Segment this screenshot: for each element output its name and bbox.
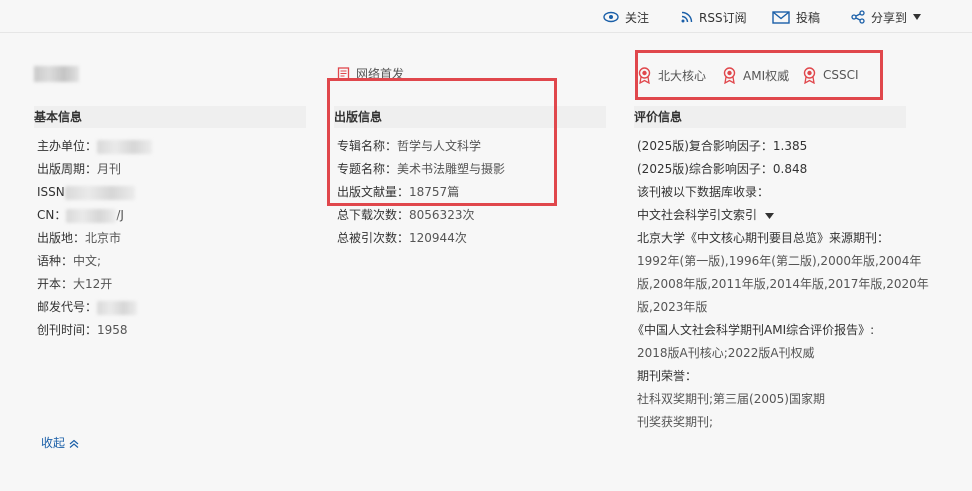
award-medal-icon bbox=[723, 66, 736, 84]
redacted-value bbox=[97, 300, 138, 315]
ami-report-label: 《中国人文社会科学期刊AMI综合评价报告》: bbox=[632, 323, 875, 337]
caret-down-icon bbox=[764, 212, 774, 219]
award-medal-icon bbox=[638, 66, 651, 84]
document-icon bbox=[337, 67, 350, 80]
submit-label: 投稿 bbox=[796, 10, 821, 25]
info-row-sponsor: 主办单位： bbox=[37, 138, 153, 154]
honor-label: 期刊荣誉： bbox=[637, 369, 698, 383]
evaluation-info-title: 评价信息 bbox=[634, 106, 906, 128]
follow-label: 关注 bbox=[625, 10, 650, 25]
redacted-value bbox=[64, 185, 135, 200]
info-row-language: 语种：中文; bbox=[37, 254, 102, 268]
share-icon bbox=[851, 10, 865, 24]
chevron-up-icon bbox=[69, 439, 79, 448]
redacted-value bbox=[66, 208, 117, 223]
share-label: 分享到 bbox=[871, 10, 908, 25]
pku-source-label: 北京大学《中文核心期刊要目总览》来源期刊： bbox=[637, 231, 890, 245]
rss-label: RSS订阅 bbox=[699, 10, 747, 25]
publish-info-title: 出版信息 bbox=[334, 106, 606, 128]
rss-icon bbox=[681, 11, 693, 23]
submit-button[interactable]: 投稿 bbox=[772, 8, 820, 26]
pub-row-downloads: 总下载次数：8056323次 bbox=[337, 208, 475, 222]
caret-down-icon bbox=[913, 14, 922, 20]
info-row-location: 出版地：北京市 bbox=[37, 231, 122, 245]
database-dropdown[interactable]: 中文社会科学引文索引 bbox=[637, 207, 774, 223]
pub-row-citations: 总被引次数：120944次 bbox=[337, 231, 467, 245]
collapse-link[interactable]: 收起 bbox=[41, 435, 79, 451]
pku-years-line: 版,2008年版,2011年版,2014年版,2017年版,2020年 bbox=[637, 277, 929, 291]
impact-factor-comprehensive: (2025版)综合影响因子：0.848 bbox=[637, 162, 808, 176]
impact-factor-composite: (2025版)复合影响因子：1.385 bbox=[637, 139, 808, 153]
info-row-format: 开本：大12开 bbox=[37, 277, 113, 291]
honor-line: 刊奖获奖期刊; bbox=[637, 415, 714, 429]
info-row-cycle: 出版周期：月刊 bbox=[37, 162, 122, 176]
mail-icon bbox=[772, 10, 790, 24]
info-row-postal-code: 邮发代号： bbox=[37, 299, 138, 315]
info-row-cn: CN：/J bbox=[37, 208, 124, 223]
eye-icon bbox=[603, 11, 619, 23]
rss-button[interactable]: RSS订阅 bbox=[681, 8, 747, 26]
pub-row-topic: 专题名称：美术书法雕塑与摄影 bbox=[337, 162, 506, 176]
basic-info-title: 基本信息 bbox=[34, 106, 306, 128]
badge-cssci: CSSCI bbox=[802, 66, 859, 84]
award-medal-icon bbox=[803, 66, 816, 84]
pku-years-line: 版,2023年版 bbox=[637, 300, 708, 314]
honor-line: 社科双奖期刊;第三届(2005)国家期 bbox=[637, 392, 825, 406]
info-row-issn: ISSN bbox=[37, 184, 135, 200]
ami-report-value: 2018版A刊核心;2022版A刊权威 bbox=[637, 346, 815, 360]
database-label: 该刊被以下数据库收录： bbox=[637, 185, 770, 199]
pku-years-line: 1992年(第一版),1996年(第二版),2000年版,2004年 bbox=[637, 254, 922, 268]
network-first-badge: 网络首发 bbox=[337, 66, 404, 82]
top-toolbar: 关注 RSS订阅 投稿 分享到 bbox=[0, 0, 972, 33]
badge-pku-core: 北大核心 bbox=[637, 66, 706, 84]
info-row-founded: 创刊时间：1958 bbox=[37, 323, 128, 337]
journal-logo-placeholder bbox=[34, 66, 79, 82]
pub-row-doc-count: 出版文献量：18757篇 bbox=[337, 185, 460, 199]
follow-button[interactable]: 关注 bbox=[603, 8, 649, 26]
share-button[interactable]: 分享到 bbox=[851, 8, 922, 26]
pub-row-album: 专辑名称：哲学与人文科学 bbox=[337, 139, 482, 153]
redacted-value bbox=[97, 139, 153, 154]
badge-ami: AMI权威 bbox=[722, 66, 789, 84]
